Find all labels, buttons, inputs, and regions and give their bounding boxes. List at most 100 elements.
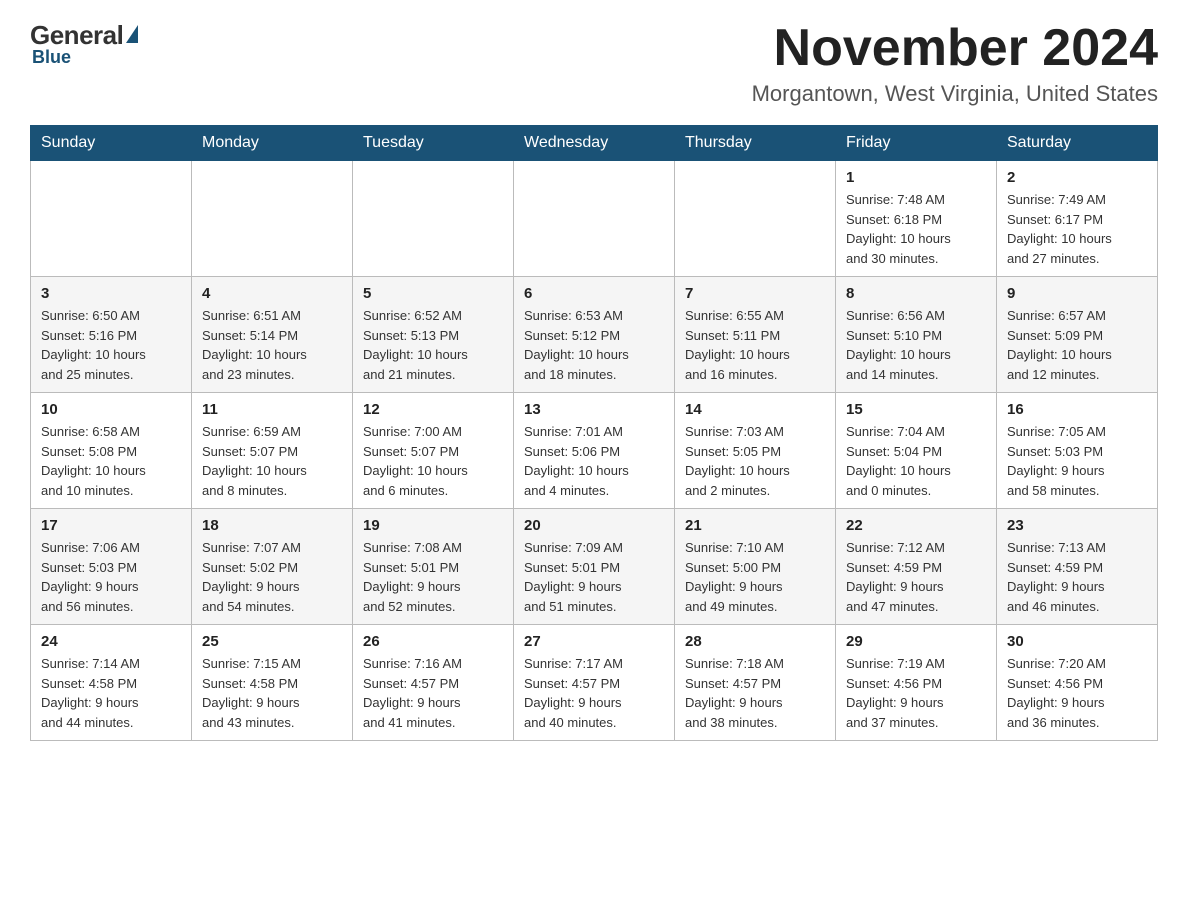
day-number: 24 [41, 633, 181, 650]
day-info: Sunrise: 7:07 AM Sunset: 5:02 PM Dayligh… [202, 540, 301, 614]
day-number: 11 [202, 401, 342, 418]
day-info: Sunrise: 7:14 AM Sunset: 4:58 PM Dayligh… [41, 656, 140, 730]
calendar-cell-w4-d5: 22 Sunrise: 7:12 AM Sunset: 4:59 PM Dayli… [836, 509, 997, 625]
calendar-cell-w2-d2: 5Sunrise: 6:52 AM Sunset: 5:13 PM Daylig… [353, 277, 514, 393]
header-saturday: Saturday [997, 126, 1158, 161]
day-number: 20 [524, 517, 664, 534]
day-info: Sunrise: 7:03 AM Sunset: 5:05 PM Dayligh… [685, 424, 790, 498]
calendar-cell-w3-d1: 11Sunrise: 6:59 AM Sunset: 5:07 PM Dayli… [192, 393, 353, 509]
day-info: Sunrise: 7:19 AM Sunset: 4:56 PM Dayligh… [846, 656, 945, 730]
calendar-cell-w5-d4: 28 Sunrise: 7:18 AM Sunset: 4:57 PM Dayli… [675, 625, 836, 741]
calendar-cell-w3-d6: 16 Sunrise: 7:05 AM Sunset: 5:03 PM Dayli… [997, 393, 1158, 509]
calendar-cell-w2-d6: 9Sunrise: 6:57 AM Sunset: 5:09 PM Daylig… [997, 277, 1158, 393]
day-info: Sunrise: 7:10 AM Sunset: 5:00 PM Dayligh… [685, 540, 784, 614]
day-number: 10 [41, 401, 181, 418]
day-number: 23 [1007, 517, 1147, 534]
calendar-cell-w1-d1 [192, 161, 353, 277]
day-number: 12 [363, 401, 503, 418]
day-info: Sunrise: 7:48 AM Sunset: 6:18 PM Dayligh… [846, 192, 951, 266]
calendar-cell-w3-d3: 13 Sunrise: 7:01 AM Sunset: 5:06 PM Dayli… [514, 393, 675, 509]
calendar-cell-w5-d5: 29 Sunrise: 7:19 AM Sunset: 4:56 PM Dayli… [836, 625, 997, 741]
title-area: November 2024 Morgantown, West Virginia,… [752, 20, 1158, 107]
logo: General Blue [30, 20, 138, 68]
page-header: General Blue November 2024 Morgantown, W… [30, 20, 1158, 107]
day-number: 25 [202, 633, 342, 650]
day-number: 3 [41, 285, 181, 302]
day-info: Sunrise: 6:58 AM Sunset: 5:08 PM Dayligh… [41, 424, 146, 498]
week-row-1: 1Sunrise: 7:48 AM Sunset: 6:18 PM Daylig… [31, 161, 1158, 277]
calendar-cell-w4-d2: 19Sunrise: 7:08 AM Sunset: 5:01 PM Dayli… [353, 509, 514, 625]
calendar-cell-w3-d5: 15Sunrise: 7:04 AM Sunset: 5:04 PM Dayli… [836, 393, 997, 509]
day-number: 27 [524, 633, 664, 650]
day-info: Sunrise: 7:17 AM Sunset: 4:57 PM Dayligh… [524, 656, 623, 730]
day-number: 28 [685, 633, 825, 650]
day-info: Sunrise: 6:51 AM Sunset: 5:14 PM Dayligh… [202, 308, 307, 382]
location-title: Morgantown, West Virginia, United States [752, 81, 1158, 107]
day-number: 26 [363, 633, 503, 650]
day-info: Sunrise: 6:50 AM Sunset: 5:16 PM Dayligh… [41, 308, 146, 382]
day-number: 14 [685, 401, 825, 418]
calendar-cell-w2-d4: 7 Sunrise: 6:55 AM Sunset: 5:11 PM Daylig… [675, 277, 836, 393]
header-friday: Friday [836, 126, 997, 161]
day-number: 30 [1007, 633, 1147, 650]
header-wednesday: Wednesday [514, 126, 675, 161]
day-info: Sunrise: 6:53 AM Sunset: 5:12 PM Dayligh… [524, 308, 629, 382]
header-monday: Monday [192, 126, 353, 161]
day-info: Sunrise: 7:01 AM Sunset: 5:06 PM Dayligh… [524, 424, 629, 498]
day-number: 8 [846, 285, 986, 302]
week-row-4: 17Sunrise: 7:06 AM Sunset: 5:03 PM Dayli… [31, 509, 1158, 625]
calendar-cell-w4-d3: 20 Sunrise: 7:09 AM Sunset: 5:01 PM Dayli… [514, 509, 675, 625]
week-row-3: 10 Sunrise: 6:58 AM Sunset: 5:08 PM Dayli… [31, 393, 1158, 509]
day-info: Sunrise: 7:16 AM Sunset: 4:57 PM Dayligh… [363, 656, 462, 730]
week-row-5: 24 Sunrise: 7:14 AM Sunset: 4:58 PM Dayli… [31, 625, 1158, 741]
calendar-cell-w2-d0: 3 Sunrise: 6:50 AM Sunset: 5:16 PM Daylig… [31, 277, 192, 393]
day-info: Sunrise: 6:55 AM Sunset: 5:11 PM Dayligh… [685, 308, 790, 382]
calendar-cell-w1-d0 [31, 161, 192, 277]
calendar-cell-w3-d4: 14 Sunrise: 7:03 AM Sunset: 5:05 PM Dayli… [675, 393, 836, 509]
day-number: 16 [1007, 401, 1147, 418]
header-sunday: Sunday [31, 126, 192, 161]
day-info: Sunrise: 6:56 AM Sunset: 5:10 PM Dayligh… [846, 308, 951, 382]
calendar-cell-w3-d2: 12 Sunrise: 7:00 AM Sunset: 5:07 PM Dayli… [353, 393, 514, 509]
calendar-table: Sunday Monday Tuesday Wednesday Thursday… [30, 125, 1158, 741]
day-number: 29 [846, 633, 986, 650]
calendar-cell-w1-d6: 2Sunrise: 7:49 AM Sunset: 6:17 PM Daylig… [997, 161, 1158, 277]
calendar-cell-w1-d5: 1Sunrise: 7:48 AM Sunset: 6:18 PM Daylig… [836, 161, 997, 277]
day-info: Sunrise: 7:12 AM Sunset: 4:59 PM Dayligh… [846, 540, 945, 614]
day-number: 21 [685, 517, 825, 534]
calendar-cell-w4-d1: 18 Sunrise: 7:07 AM Sunset: 5:02 PM Dayli… [192, 509, 353, 625]
logo-blue-text: Blue [32, 47, 71, 68]
day-number: 6 [524, 285, 664, 302]
day-number: 7 [685, 285, 825, 302]
day-number: 15 [846, 401, 986, 418]
day-info: Sunrise: 7:20 AM Sunset: 4:56 PM Dayligh… [1007, 656, 1106, 730]
calendar-cell-w5-d2: 26 Sunrise: 7:16 AM Sunset: 4:57 PM Dayli… [353, 625, 514, 741]
calendar-cell-w5-d6: 30 Sunrise: 7:20 AM Sunset: 4:56 PM Dayli… [997, 625, 1158, 741]
day-number: 18 [202, 517, 342, 534]
weekday-header-row: Sunday Monday Tuesday Wednesday Thursday… [31, 126, 1158, 161]
week-row-2: 3 Sunrise: 6:50 AM Sunset: 5:16 PM Daylig… [31, 277, 1158, 393]
calendar-cell-w2-d5: 8 Sunrise: 6:56 AM Sunset: 5:10 PM Daylig… [836, 277, 997, 393]
day-info: Sunrise: 7:18 AM Sunset: 4:57 PM Dayligh… [685, 656, 784, 730]
day-number: 5 [363, 285, 503, 302]
header-thursday: Thursday [675, 126, 836, 161]
day-info: Sunrise: 7:06 AM Sunset: 5:03 PM Dayligh… [41, 540, 140, 614]
calendar-cell-w5-d0: 24 Sunrise: 7:14 AM Sunset: 4:58 PM Dayli… [31, 625, 192, 741]
day-number: 22 [846, 517, 986, 534]
day-number: 4 [202, 285, 342, 302]
calendar-cell-w1-d4 [675, 161, 836, 277]
day-info: Sunrise: 7:15 AM Sunset: 4:58 PM Dayligh… [202, 656, 301, 730]
day-info: Sunrise: 6:57 AM Sunset: 5:09 PM Dayligh… [1007, 308, 1112, 382]
calendar-cell-w2-d1: 4 Sunrise: 6:51 AM Sunset: 5:14 PM Daylig… [192, 277, 353, 393]
calendar-cell-w1-d2 [353, 161, 514, 277]
day-number: 13 [524, 401, 664, 418]
day-info: Sunrise: 7:49 AM Sunset: 6:17 PM Dayligh… [1007, 192, 1112, 266]
day-info: Sunrise: 7:00 AM Sunset: 5:07 PM Dayligh… [363, 424, 468, 498]
calendar-cell-w4-d0: 17Sunrise: 7:06 AM Sunset: 5:03 PM Dayli… [31, 509, 192, 625]
calendar-cell-w5-d3: 27 Sunrise: 7:17 AM Sunset: 4:57 PM Dayli… [514, 625, 675, 741]
day-info: Sunrise: 7:05 AM Sunset: 5:03 PM Dayligh… [1007, 424, 1106, 498]
calendar-cell-w5-d1: 25 Sunrise: 7:15 AM Sunset: 4:58 PM Dayli… [192, 625, 353, 741]
day-info: Sunrise: 7:13 AM Sunset: 4:59 PM Dayligh… [1007, 540, 1106, 614]
calendar-cell-w2-d3: 6 Sunrise: 6:53 AM Sunset: 5:12 PM Daylig… [514, 277, 675, 393]
day-info: Sunrise: 7:09 AM Sunset: 5:01 PM Dayligh… [524, 540, 623, 614]
